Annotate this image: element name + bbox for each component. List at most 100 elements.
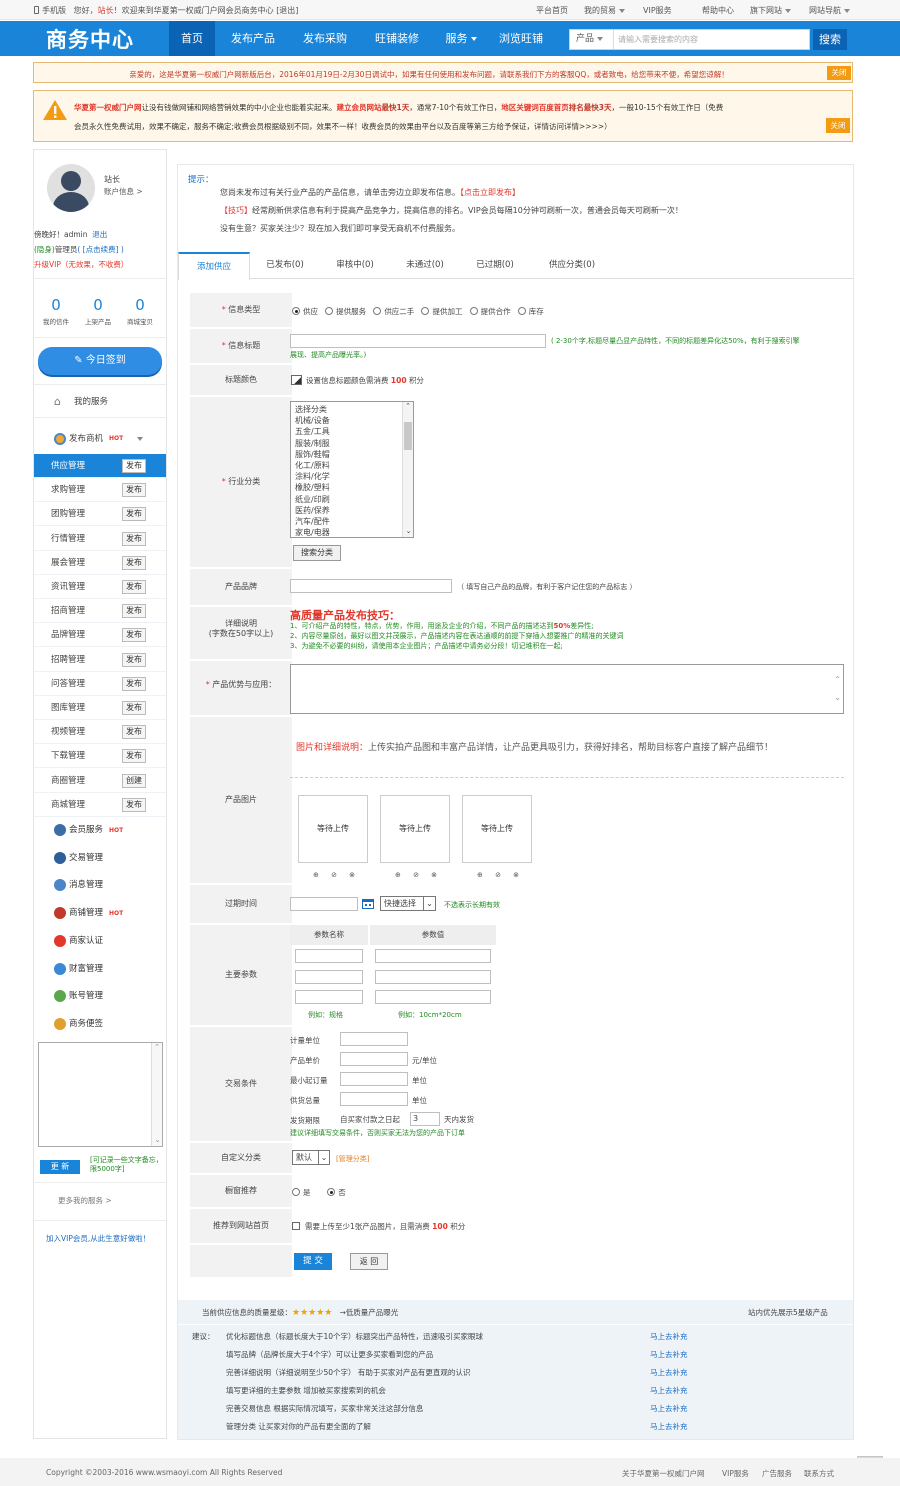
menu-item[interactable]: 商圈管理 创建	[34, 769, 166, 793]
menu-item-action-button[interactable]: 发布	[122, 604, 146, 619]
menu-item-action-button[interactable]: 发布	[122, 507, 146, 522]
more-services-link[interactable]: 更多我的服务 >	[58, 1195, 112, 1206]
avatar[interactable]	[47, 164, 95, 212]
tab-rejected[interactable]: 未通过(0)	[390, 252, 460, 279]
menu-item-action-button[interactable]: 创建	[122, 773, 146, 788]
service-item[interactable]: 商家认证	[34, 928, 166, 955]
tab-add-supply[interactable]: 添加供应	[178, 252, 250, 280]
tab-supply-categories[interactable]: 供应分类(0)	[530, 252, 614, 279]
daily-sign-button[interactable]: ✎ 今日签到	[38, 347, 162, 375]
suggestion-action-link[interactable]: 马上去补充	[650, 1349, 688, 1360]
nav-home[interactable]: 首页	[169, 21, 215, 56]
tab-published[interactable]: 已发布(0)	[250, 252, 320, 279]
tab-expired[interactable]: 已过期(0)	[460, 252, 530, 279]
suggestion-action-link[interactable]: 马上去补充	[650, 1385, 688, 1396]
footer-contact-link[interactable]: 联系方式	[804, 1468, 834, 1479]
upload-slot-1-actions[interactable]: ⊕ ⊘ ⊗	[313, 871, 360, 879]
trade-supply-input[interactable]	[340, 1092, 408, 1106]
industry-option[interactable]: 橡胶/塑料	[295, 482, 413, 493]
suggestion-action-link[interactable]: 马上去补充	[650, 1403, 688, 1414]
suggestion-action-link[interactable]: 马上去补充	[650, 1331, 688, 1342]
industry-option[interactable]: 纸业/印刷	[295, 494, 413, 505]
upload-slot-1[interactable]: 等待上传	[298, 795, 368, 863]
upload-slot-2[interactable]: 等待上传	[380, 795, 450, 863]
brand-input[interactable]	[290, 579, 452, 593]
service-item[interactable]: 消息管理	[34, 872, 166, 899]
menu-item-action-button[interactable]: 发布	[122, 628, 146, 643]
radio-stock[interactable]: 库存	[517, 307, 544, 316]
recommend-no-radio[interactable]: 否	[327, 1188, 346, 1197]
param-name-input[interactable]	[295, 970, 363, 984]
footer-ads-link[interactable]: 广告服务	[762, 1468, 792, 1479]
menu-item[interactable]: 展会管理 发布	[34, 551, 166, 575]
suggestion-action-link[interactable]: 马上去补充	[650, 1421, 688, 1432]
recommend-yes-radio[interactable]: 是	[292, 1188, 311, 1197]
industry-listbox[interactable]: 选择分类 机械/设备 五金/工具 服装/制服 服饰/鞋帽 化工/原料 涂料/化学 橡胶/塑料纸…	[290, 401, 414, 538]
radio-supply[interactable]: 供应	[292, 307, 318, 316]
homepage-checkbox[interactable]	[292, 1222, 300, 1230]
title-input[interactable]	[290, 334, 546, 348]
menu-item-action-button[interactable]: 发布	[122, 483, 146, 498]
menu-item-action-button[interactable]: 发布	[122, 749, 146, 764]
upgrade-vip-link[interactable]: 升级VIP（无效果，不收费）	[34, 259, 128, 270]
menu-item-action-button[interactable]: 发布	[122, 531, 146, 546]
calendar-icon[interactable]	[362, 898, 374, 909]
sub-sites-menu[interactable]: 旗下网站	[750, 5, 791, 16]
industry-option[interactable]: 医药/保养	[295, 505, 413, 516]
scrollbar[interactable]: ⌃ ⌄	[402, 402, 413, 537]
industry-option[interactable]: 服装/制服	[295, 438, 413, 449]
param-value-input[interactable]	[375, 949, 491, 963]
menu-item[interactable]: 供应管理 发布	[34, 454, 166, 478]
mobile-link[interactable]: 手机版	[42, 6, 66, 15]
menu-item-action-button[interactable]: 发布	[122, 652, 146, 667]
nav-services[interactable]: 服务	[438, 21, 484, 56]
menu-item[interactable]: 图库管理 发布	[34, 696, 166, 720]
submit-button[interactable]: 提 交	[294, 1253, 332, 1270]
param-name-input[interactable]	[295, 949, 363, 963]
service-item[interactable]: 会员服务 HOT	[34, 817, 166, 844]
notice-service-close-button[interactable]: 关闭	[826, 118, 850, 133]
menu-item[interactable]: 资讯管理 发布	[34, 575, 166, 599]
account-info-link[interactable]: 账户信息 >	[104, 186, 143, 197]
scrollbar[interactable]: ⌃ ⌄	[151, 1043, 162, 1146]
menu-item[interactable]: 下载管理 发布	[34, 744, 166, 769]
menu-item[interactable]: 商城管理 发布	[34, 793, 166, 817]
menu-item-action-button[interactable]: 发布	[122, 459, 146, 473]
menu-item[interactable]: 求购管理 发布	[34, 478, 166, 503]
param-value-input[interactable]	[375, 970, 491, 984]
menu-item[interactable]: 问答管理 发布	[34, 672, 166, 696]
industry-option[interactable]: 化工/原料	[295, 460, 413, 471]
greeting-user[interactable]: 站长	[98, 6, 114, 15]
industry-option[interactable]: 汽车/配件	[295, 516, 413, 527]
stat-mall-items[interactable]: 0 商城宝贝	[120, 296, 160, 326]
notice-debug-close-button[interactable]: 关闭	[827, 66, 851, 80]
menu-item-action-button[interactable]: 发布	[122, 725, 146, 740]
upload-slot-3[interactable]: 等待上传	[462, 795, 532, 863]
footer-vip-link[interactable]: VIP服务	[722, 1468, 749, 1479]
platform-home-link[interactable]: 平台首页	[536, 5, 568, 16]
upload-slot-3-actions[interactable]: ⊕ ⊘ ⊗	[477, 871, 524, 879]
manage-category-link[interactable]: [管理分类]	[336, 1154, 369, 1164]
memo-textarea[interactable]: ⌃ ⌄	[38, 1042, 163, 1147]
back-button[interactable]: 返 回	[350, 1253, 388, 1270]
low-quality-link[interactable]: →低质量产品曝光	[340, 1308, 399, 1317]
stat-mail[interactable]: 0 我的信件	[36, 296, 76, 326]
search-input[interactable]: 请输入需要搜索的内容	[616, 30, 809, 49]
renew-link[interactable]: ( [点击续费] )	[77, 245, 123, 254]
top-logout-link[interactable]: [退出]	[276, 6, 298, 15]
advantage-textarea[interactable]: ⌃ ⌄	[290, 664, 844, 714]
publish-opportunity-menu[interactable]: 发布商机 HOT	[34, 426, 166, 452]
service-item[interactable]: 商铺管理 HOT	[34, 900, 166, 927]
scrollbar[interactable]: ⌃ ⌄	[834, 671, 841, 707]
nav-browse-shops[interactable]: 浏览旺铺	[488, 21, 554, 56]
my-services-link[interactable]: ⌂ 我的服务	[34, 384, 166, 418]
tab-reviewing[interactable]: 审核中(0)	[320, 252, 390, 279]
radio-cooperation[interactable]: 提供合作	[469, 307, 511, 316]
color-picker-checkbox[interactable]	[291, 375, 302, 385]
menu-item[interactable]: 招商管理 发布	[34, 599, 166, 624]
nav-shop-decoration[interactable]: 旺铺装修	[366, 21, 428, 56]
param-value-input[interactable]	[375, 990, 491, 1004]
custom-category-select[interactable]: 默认 ⌄	[292, 1150, 330, 1165]
help-center-link[interactable]: 帮助中心	[702, 5, 734, 16]
industry-option[interactable]: 家电/电器	[295, 527, 413, 537]
